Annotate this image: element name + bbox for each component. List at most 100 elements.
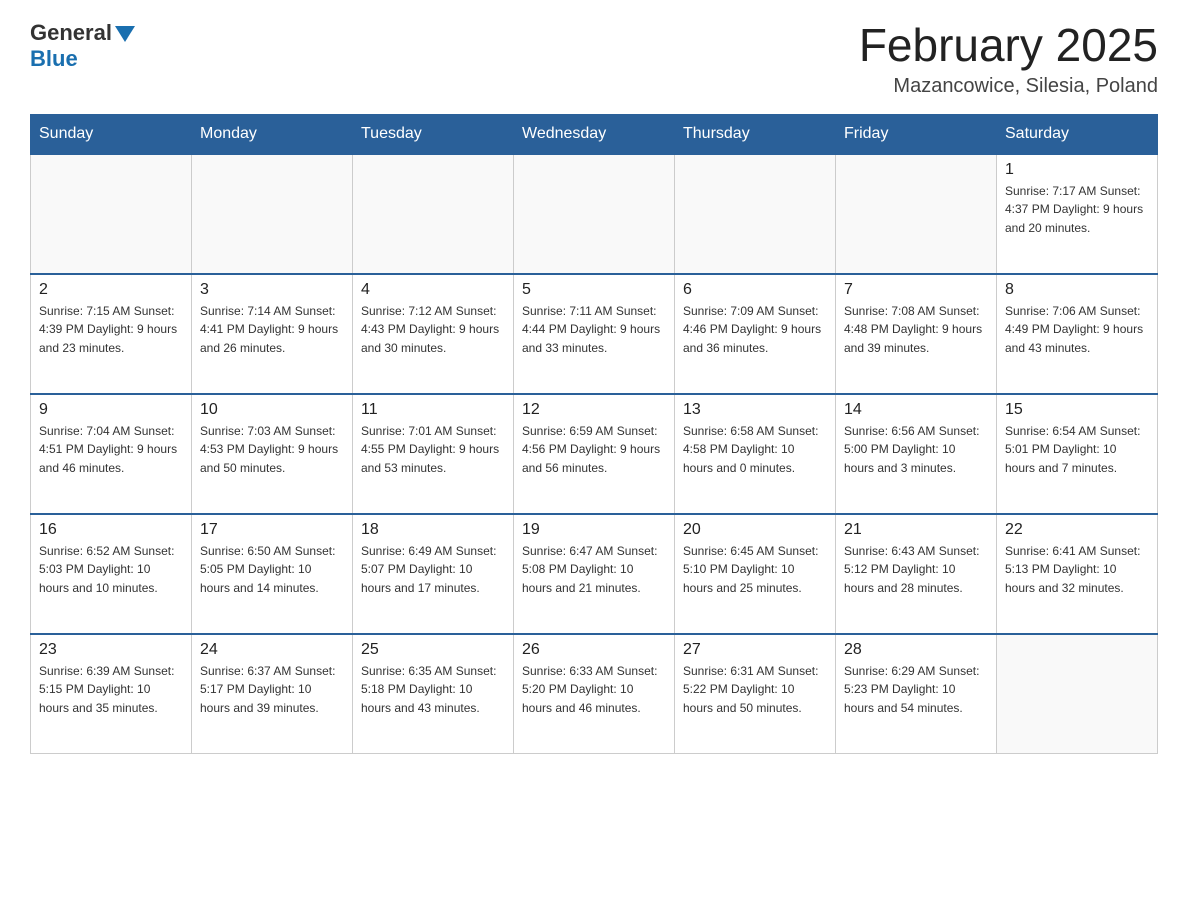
- calendar-day-cell: 2 Sunrise: 7:15 AM Sunset: 4:39 PM Daylig…: [31, 274, 192, 394]
- day-number: 1: [1005, 161, 1149, 179]
- calendar-day-cell: 26 Sunrise: 6:33 AM Sunset: 5:20 PM Dayli…: [514, 634, 675, 754]
- day-number: 8: [1005, 281, 1149, 299]
- day-of-week-header: Wednesday: [514, 114, 675, 154]
- day-number: 18: [361, 521, 505, 539]
- day-number: 13: [683, 401, 827, 419]
- day-number: 22: [1005, 521, 1149, 539]
- calendar-week-row: 1 Sunrise: 7:17 AM Sunset: 4:37 PM Daylig…: [31, 154, 1158, 274]
- calendar-day-cell: 24 Sunrise: 6:37 AM Sunset: 5:17 PM Dayli…: [192, 634, 353, 754]
- calendar-subtitle: Mazancowice, Silesia, Poland: [859, 75, 1158, 98]
- day-number: 17: [200, 521, 344, 539]
- day-info: Sunrise: 7:11 AM Sunset: 4:44 PM Dayligh…: [522, 302, 666, 358]
- calendar-day-cell: 28 Sunrise: 6:29 AM Sunset: 5:23 PM Dayli…: [836, 634, 997, 754]
- day-number: 26: [522, 641, 666, 659]
- day-info: Sunrise: 7:03 AM Sunset: 4:53 PM Dayligh…: [200, 422, 344, 478]
- day-info: Sunrise: 6:43 AM Sunset: 5:12 PM Dayligh…: [844, 542, 988, 598]
- calendar-day-cell: 18Sunrise: 6:49 AM Sunset: 5:07 PM Dayli…: [353, 514, 514, 634]
- calendar-day-cell: 20Sunrise: 6:45 AM Sunset: 5:10 PM Dayli…: [675, 514, 836, 634]
- day-number: 23: [39, 641, 183, 659]
- calendar-day-cell: 19 Sunrise: 6:47 AM Sunset: 5:08 PM Dayli…: [514, 514, 675, 634]
- calendar-week-row: 9 Sunrise: 7:04 AM Sunset: 4:51 PM Daylig…: [31, 394, 1158, 514]
- day-info: Sunrise: 6:39 AM Sunset: 5:15 PM Dayligh…: [39, 662, 183, 718]
- day-number: 10: [200, 401, 344, 419]
- day-info: Sunrise: 6:45 AM Sunset: 5:10 PM Dayligh…: [683, 542, 827, 598]
- day-info: Sunrise: 7:04 AM Sunset: 4:51 PM Dayligh…: [39, 422, 183, 478]
- logo-general-text: General: [30, 20, 112, 46]
- calendar-day-cell: 22 Sunrise: 6:41 AM Sunset: 5:13 PM Dayli…: [997, 514, 1158, 634]
- calendar-day-cell: 25 Sunrise: 6:35 AM Sunset: 5:18 PM Dayli…: [353, 634, 514, 754]
- day-number: 25: [361, 641, 505, 659]
- day-number: 3: [200, 281, 344, 299]
- day-info: Sunrise: 7:01 AM Sunset: 4:55 PM Dayligh…: [361, 422, 505, 478]
- day-of-week-header: Friday: [836, 114, 997, 154]
- calendar-day-cell: [31, 154, 192, 274]
- calendar-day-cell: 3 Sunrise: 7:14 AM Sunset: 4:41 PM Daylig…: [192, 274, 353, 394]
- day-info: Sunrise: 6:41 AM Sunset: 5:13 PM Dayligh…: [1005, 542, 1149, 598]
- day-info: Sunrise: 6:37 AM Sunset: 5:17 PM Dayligh…: [200, 662, 344, 718]
- calendar-day-cell: 16 Sunrise: 6:52 AM Sunset: 5:03 PM Dayli…: [31, 514, 192, 634]
- day-info: Sunrise: 7:15 AM Sunset: 4:39 PM Dayligh…: [39, 302, 183, 358]
- logo-triangle-icon: [115, 26, 135, 42]
- day-info: Sunrise: 7:17 AM Sunset: 4:37 PM Dayligh…: [1005, 182, 1149, 238]
- day-number: 5: [522, 281, 666, 299]
- day-info: Sunrise: 6:47 AM Sunset: 5:08 PM Dayligh…: [522, 542, 666, 598]
- calendar-day-cell: [675, 154, 836, 274]
- day-number: 15: [1005, 401, 1149, 419]
- day-number: 16: [39, 521, 183, 539]
- day-of-week-header: Monday: [192, 114, 353, 154]
- calendar-day-cell: 12 Sunrise: 6:59 AM Sunset: 4:56 PM Dayli…: [514, 394, 675, 514]
- day-number: 7: [844, 281, 988, 299]
- calendar-day-cell: 14 Sunrise: 6:56 AM Sunset: 5:00 PM Dayli…: [836, 394, 997, 514]
- day-number: 28: [844, 641, 988, 659]
- day-number: 19: [522, 521, 666, 539]
- day-info: Sunrise: 6:35 AM Sunset: 5:18 PM Dayligh…: [361, 662, 505, 718]
- calendar-day-cell: 6Sunrise: 7:09 AM Sunset: 4:46 PM Daylig…: [675, 274, 836, 394]
- calendar-day-cell: 23 Sunrise: 6:39 AM Sunset: 5:15 PM Dayli…: [31, 634, 192, 754]
- calendar-week-row: 2 Sunrise: 7:15 AM Sunset: 4:39 PM Daylig…: [31, 274, 1158, 394]
- day-of-week-header: Tuesday: [353, 114, 514, 154]
- calendar-day-cell: [192, 154, 353, 274]
- day-info: Sunrise: 6:52 AM Sunset: 5:03 PM Dayligh…: [39, 542, 183, 598]
- logo: General Blue: [30, 20, 135, 72]
- day-number: 14: [844, 401, 988, 419]
- calendar-day-cell: 21 Sunrise: 6:43 AM Sunset: 5:12 PM Dayli…: [836, 514, 997, 634]
- day-info: Sunrise: 7:14 AM Sunset: 4:41 PM Dayligh…: [200, 302, 344, 358]
- day-info: Sunrise: 6:31 AM Sunset: 5:22 PM Dayligh…: [683, 662, 827, 718]
- calendar-day-cell: 5 Sunrise: 7:11 AM Sunset: 4:44 PM Daylig…: [514, 274, 675, 394]
- calendar-week-row: 16 Sunrise: 6:52 AM Sunset: 5:03 PM Dayli…: [31, 514, 1158, 634]
- day-number: 27: [683, 641, 827, 659]
- day-number: 12: [522, 401, 666, 419]
- day-number: 24: [200, 641, 344, 659]
- day-of-week-header: Saturday: [997, 114, 1158, 154]
- title-area: February 2025 Mazancowice, Silesia, Pola…: [859, 20, 1158, 98]
- day-info: Sunrise: 7:06 AM Sunset: 4:49 PM Dayligh…: [1005, 302, 1149, 358]
- calendar-day-cell: 9 Sunrise: 7:04 AM Sunset: 4:51 PM Daylig…: [31, 394, 192, 514]
- calendar-title: February 2025: [859, 20, 1158, 71]
- day-info: Sunrise: 6:56 AM Sunset: 5:00 PM Dayligh…: [844, 422, 988, 478]
- calendar-day-cell: [836, 154, 997, 274]
- day-of-week-header: Sunday: [31, 114, 192, 154]
- calendar-week-row: 23 Sunrise: 6:39 AM Sunset: 5:15 PM Dayli…: [31, 634, 1158, 754]
- calendar-day-cell: 11Sunrise: 7:01 AM Sunset: 4:55 PM Dayli…: [353, 394, 514, 514]
- day-number: 4: [361, 281, 505, 299]
- day-info: Sunrise: 6:33 AM Sunset: 5:20 PM Dayligh…: [522, 662, 666, 718]
- calendar-day-cell: 1 Sunrise: 7:17 AM Sunset: 4:37 PM Daylig…: [997, 154, 1158, 274]
- day-number: 2: [39, 281, 183, 299]
- calendar-day-cell: 15 Sunrise: 6:54 AM Sunset: 5:01 PM Dayli…: [997, 394, 1158, 514]
- day-info: Sunrise: 6:54 AM Sunset: 5:01 PM Dayligh…: [1005, 422, 1149, 478]
- calendar-table: SundayMondayTuesdayWednesdayThursdayFrid…: [30, 114, 1158, 755]
- calendar-day-cell: [997, 634, 1158, 754]
- calendar-day-cell: 13 Sunrise: 6:58 AM Sunset: 4:58 PM Dayli…: [675, 394, 836, 514]
- day-info: Sunrise: 6:29 AM Sunset: 5:23 PM Dayligh…: [844, 662, 988, 718]
- calendar-day-cell: 27 Sunrise: 6:31 AM Sunset: 5:22 PM Dayli…: [675, 634, 836, 754]
- calendar-day-cell: [514, 154, 675, 274]
- day-info: Sunrise: 7:08 AM Sunset: 4:48 PM Dayligh…: [844, 302, 988, 358]
- day-number: 9: [39, 401, 183, 419]
- calendar-day-cell: [353, 154, 514, 274]
- calendar-day-cell: 7 Sunrise: 7:08 AM Sunset: 4:48 PM Daylig…: [836, 274, 997, 394]
- day-number: 21: [844, 521, 988, 539]
- day-info: Sunrise: 6:59 AM Sunset: 4:56 PM Dayligh…: [522, 422, 666, 478]
- calendar-day-cell: 8 Sunrise: 7:06 AM Sunset: 4:49 PM Daylig…: [997, 274, 1158, 394]
- day-info: Sunrise: 6:58 AM Sunset: 4:58 PM Dayligh…: [683, 422, 827, 478]
- page-header: General Blue February 2025 Mazancowice, …: [30, 20, 1158, 98]
